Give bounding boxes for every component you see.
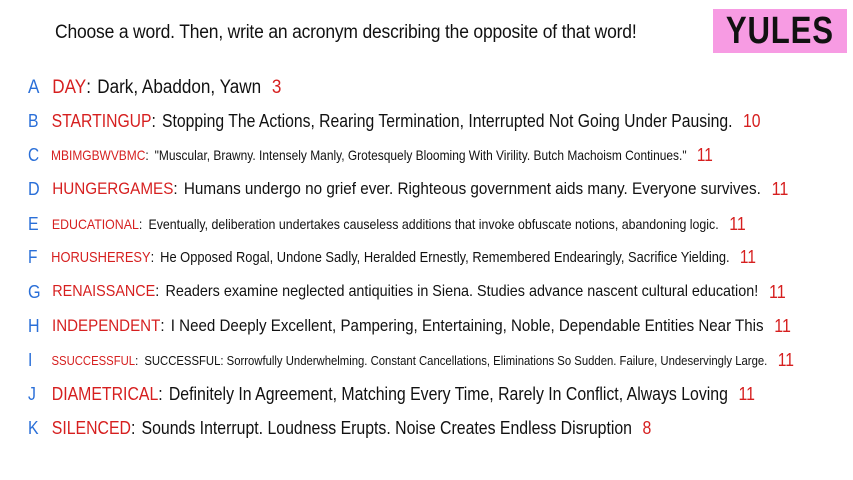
entry-separator: : (138, 216, 143, 232)
entry-word: SSUCCESSFUL (51, 352, 136, 368)
entry-word: STARTINGUP (51, 110, 152, 131)
entry-definition: He Opposed Rogal, Undone Sadly, Heralded… (160, 248, 730, 266)
entry-word: DIAMETRICAL (51, 383, 159, 404)
entry-letter: D (28, 178, 40, 199)
entry-word: SILENCED (51, 417, 131, 438)
entry-separator: : (160, 316, 165, 335)
entry-score: 8 (642, 417, 652, 438)
entry-row: A DAY: Dark, Abaddon, Yawn 3 (28, 75, 281, 101)
entry-letter: B (28, 110, 39, 131)
entry-definition: Sounds Interrupt. Loudness Erupts. Noise… (141, 417, 632, 438)
entry-row: B STARTINGUP: Stopping The Actions, Rear… (28, 108, 761, 134)
entry-row: D HUNGERGAMES: Humans undergo no grief e… (28, 176, 788, 202)
entry-word: MBIMGBWVBMC (51, 147, 146, 163)
entry-word: HUNGERGAMES (52, 179, 174, 198)
entry-letter: G (28, 281, 41, 302)
entry-word: EDUCATIONAL (51, 216, 139, 232)
entry-separator: : (135, 352, 139, 368)
entry-letter: I (28, 349, 33, 370)
entry-word: RENAISSANCE (52, 283, 156, 300)
entry-separator: : (145, 147, 149, 163)
entry-word: HORUSHERESY (51, 248, 151, 266)
entry-separator: : (151, 110, 156, 131)
entry-separator: : (150, 248, 155, 266)
entry-definition: SUCCESSFUL: Sorrowfully Underwhelming. C… (144, 352, 768, 368)
entry-separator: : (155, 283, 160, 300)
entry-separator: : (130, 417, 136, 438)
entry-row: C MBIMGBWVBMC: "Muscular, Brawny. Intens… (28, 142, 713, 168)
entry-score: 11 (768, 281, 786, 302)
team-badge: YULES (713, 9, 847, 53)
team-name: YULES (725, 9, 834, 52)
entry-letter: C (28, 144, 40, 165)
entry-score: 10 (743, 110, 761, 131)
entry-score: 11 (738, 383, 755, 404)
entry-definition: Readers examine neglected antiquities in… (165, 283, 759, 300)
entry-letter: H (28, 315, 40, 336)
entry-definition: "Muscular, Brawny. Intensely Manly, Grot… (154, 147, 687, 163)
entry-definition: Humans undergo no grief ever. Righteous … (183, 179, 761, 198)
entry-row: G RENAISSANCE: Readers examine neglected… (28, 279, 786, 305)
entry-score: 11 (777, 349, 794, 370)
entry-separator: : (173, 179, 178, 198)
entry-score: 11 (739, 246, 756, 267)
entry-word: DAY (52, 77, 87, 98)
entry-definition: I Need Deeply Excellent, Pampering, Ente… (170, 316, 764, 335)
entry-score: 3 (271, 77, 282, 98)
entry-definition: Definitely In Agreement, Matching Every … (168, 383, 728, 404)
entry-letter: K (28, 417, 39, 438)
entry-letter: E (28, 213, 39, 234)
entry-separator: : (86, 77, 91, 98)
entry-definition: Stopping The Actions, Rearing Terminatio… (162, 110, 733, 131)
entry-row: K SILENCED: Sounds Interrupt. Loudness E… (28, 415, 651, 441)
entry-definition: Eventually, deliberation undertakes caus… (148, 216, 719, 232)
entry-row: F HORUSHERESY: He Opposed Rogal, Undone … (28, 244, 756, 270)
entry-letter: A (28, 77, 40, 98)
entry-letter: F (28, 246, 38, 267)
prompt-text: Choose a word. Then, write an acronym de… (55, 22, 637, 43)
entry-score: 11 (696, 144, 713, 165)
entry-row: E EDUCATIONAL: Eventually, deliberation … (28, 211, 746, 237)
entry-score: 11 (774, 315, 791, 336)
entry-score: 11 (771, 178, 789, 199)
entry-separator: : (158, 383, 163, 404)
entry-letter: J (28, 383, 36, 404)
entry-word: INDEPENDENT (52, 316, 161, 335)
entry-row: I SSUCCESSFUL: SUCCESSFUL: Sorrowfully U… (28, 347, 794, 373)
entry-row: J DIAMETRICAL: Definitely In Agreement, … (28, 381, 755, 407)
entry-row: H INDEPENDENT: I Need Deeply Excellent, … (28, 313, 791, 339)
entry-score: 11 (729, 213, 746, 234)
entry-definition: Dark, Abaddon, Yawn (97, 77, 262, 98)
